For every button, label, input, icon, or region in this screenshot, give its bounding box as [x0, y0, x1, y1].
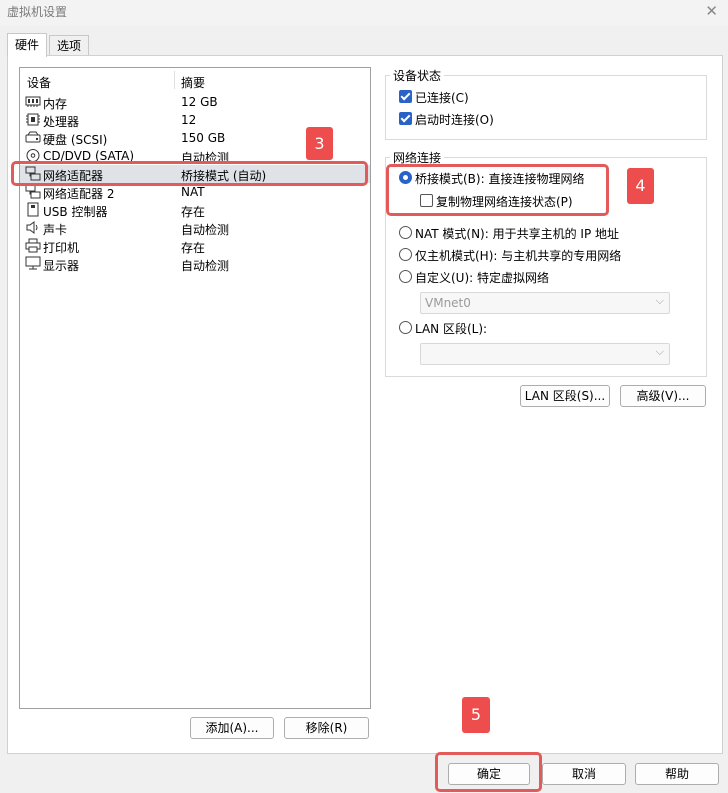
device-summary: 存在 [181, 241, 206, 255]
remove-button[interactable]: 移除(R) [284, 717, 369, 739]
title-bar: 虚拟机设置 ✕ [0, 0, 728, 26]
sound-card-icon [26, 221, 38, 234]
device-status-group [385, 75, 707, 140]
column-header-device: 设备 [27, 76, 52, 90]
device-summary: 12 [181, 113, 197, 127]
lan-segments-button[interactable]: LAN 区段(S)... [520, 385, 610, 407]
device-row-usb-controller[interactable]: USB 控制器 存在 [20, 201, 370, 219]
step4-highlight-box [386, 164, 609, 216]
printer-icon [25, 238, 41, 253]
device-summary: NAT [181, 185, 205, 199]
lan-segment-radio[interactable] [399, 321, 412, 334]
device-summary: 存在 [181, 205, 206, 219]
hard-disk-icon [25, 131, 41, 143]
device-name: USB 控制器 [43, 205, 108, 219]
step5-highlight-box [435, 752, 542, 792]
step3-badge: 3 [306, 127, 333, 160]
device-summary: 12 GB [181, 95, 218, 109]
device-row-display[interactable]: 显示器 自动检测 [20, 255, 370, 273]
device-row-memory[interactable]: 内存 12 GB [20, 93, 370, 111]
device-summary: 150 GB [181, 131, 226, 145]
nat-label: NAT 模式(N): 用于共享主机的 IP 地址 [415, 227, 620, 241]
add-button[interactable]: 添加(A)... [190, 717, 274, 739]
device-name: 硬盘 (SCSI) [43, 133, 108, 147]
advanced-button[interactable]: 高级(V)... [620, 385, 706, 407]
step5-badge: 5 [462, 697, 490, 733]
nat-radio[interactable] [399, 226, 412, 239]
connect-at-power-on-label: 启动时连接(O) [415, 113, 494, 127]
help-button[interactable]: 帮助 [635, 763, 719, 785]
device-name: 处理器 [43, 115, 80, 129]
lan-segment-label: LAN 区段(L): [415, 322, 488, 336]
tab-hardware[interactable]: 硬件 [7, 33, 47, 57]
column-divider[interactable] [174, 71, 175, 89]
device-summary: 自动检测 [181, 223, 230, 237]
device-name: 内存 [43, 97, 68, 111]
device-row-sound-card[interactable]: 声卡 自动检测 [20, 219, 370, 237]
host-only-label: 仅主机模式(H): 与主机共享的专用网络 [415, 249, 622, 263]
display-icon [25, 256, 41, 270]
connect-at-power-on-checkbox[interactable] [399, 112, 412, 125]
host-only-radio[interactable] [399, 248, 412, 261]
lan-segment-select[interactable]: ⌵ [420, 343, 670, 365]
memory-icon [25, 96, 41, 107]
usb-controller-icon [27, 202, 39, 217]
device-summary: 自动检测 [181, 259, 230, 273]
close-icon[interactable]: ✕ [705, 2, 718, 20]
column-header-summary: 摘要 [181, 76, 206, 90]
connected-label: 已连接(C) [415, 91, 469, 105]
window-title: 虚拟机设置 [7, 5, 68, 19]
cancel-button[interactable]: 取消 [542, 763, 626, 785]
processor-icon [26, 113, 40, 126]
custom-label: 自定义(U): 特定虚拟网络 [415, 271, 550, 285]
device-name: 显示器 [43, 259, 80, 273]
device-status-title: 设备状态 [390, 67, 445, 84]
connected-checkbox[interactable] [399, 90, 412, 103]
step3-highlight-box [11, 161, 368, 186]
device-name: 声卡 [43, 223, 68, 237]
custom-radio[interactable] [399, 270, 412, 283]
device-name: 打印机 [43, 241, 80, 255]
custom-network-value: VMnet0 [425, 296, 471, 310]
chevron-down-icon: ⌵ [655, 345, 664, 358]
device-name: 网络适配器 2 [43, 187, 115, 201]
chevron-down-icon: ⌵ [655, 294, 664, 307]
device-row-printer[interactable]: 打印机 存在 [20, 237, 370, 255]
tab-options[interactable]: 选项 [49, 35, 89, 56]
custom-network-select[interactable]: VMnet0 ⌵ [420, 292, 670, 314]
network-adapter-icon [25, 184, 41, 199]
step4-badge: 4 [627, 168, 654, 204]
